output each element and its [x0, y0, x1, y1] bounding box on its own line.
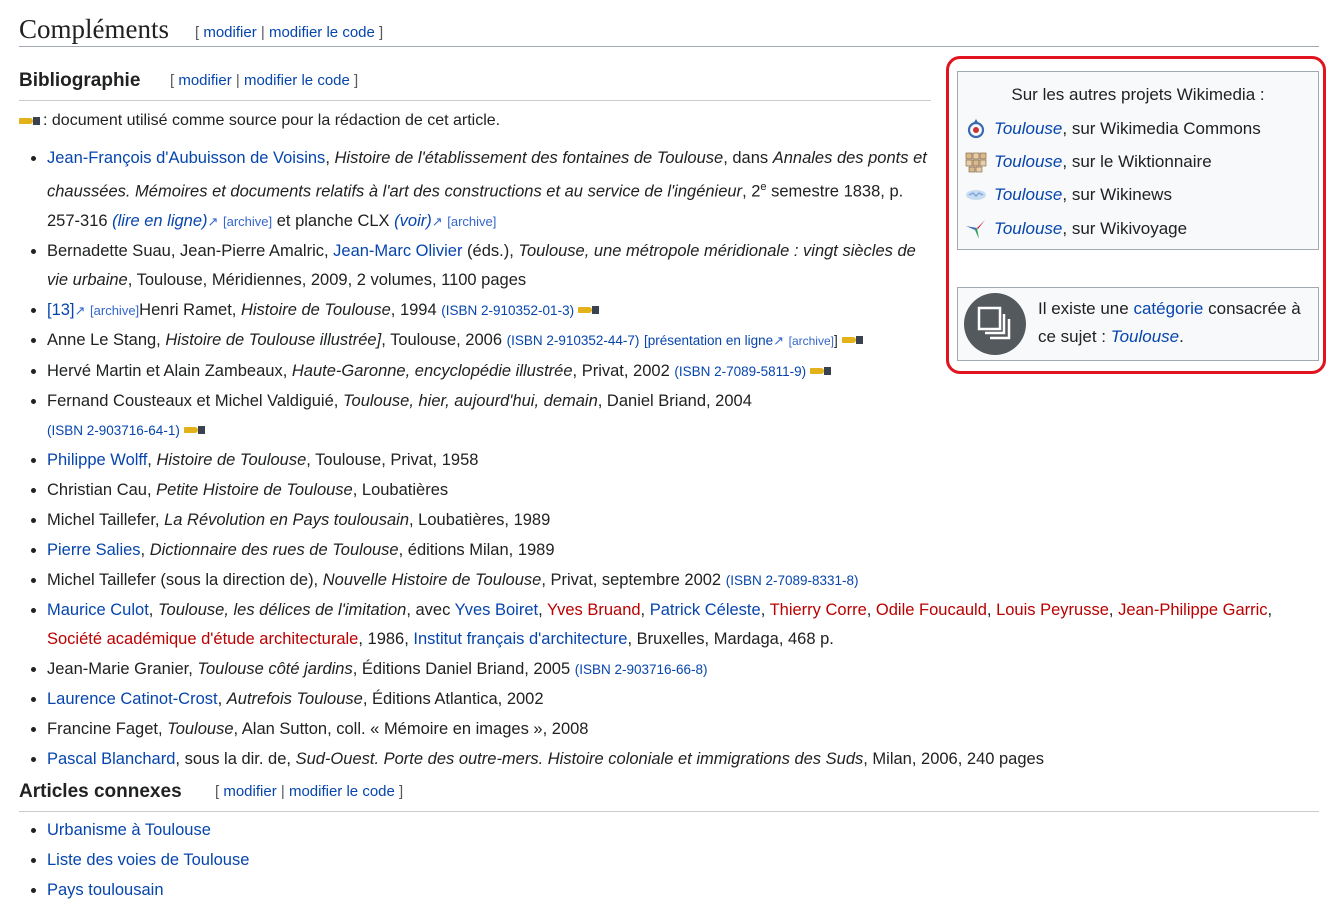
archive-link[interactable]: [archive] [90, 303, 139, 318]
highlight-frame [946, 56, 1326, 374]
list-item: Urbanisme à Toulouse [19, 815, 249, 845]
isbn-link[interactable]: (ISBN 2-903716-66-8) [575, 662, 708, 677]
section-heading-articles-connexes: Articles connexes [ modifier | modifier … [19, 781, 1319, 812]
source-icon [810, 366, 834, 376]
section-heading-bibliographie: Bibliographie [ modifier | modifier le c… [19, 70, 931, 101]
modifier-link[interactable]: modifier [203, 24, 256, 41]
isbn-link[interactable]: (ISBN 2-910352-44-7) [507, 333, 640, 348]
edit-links: [ modifier | modifier le code ] [195, 24, 384, 41]
list-item: Pierre Salies, Dictionnaire des rues de … [19, 536, 1309, 565]
external-link-icon: ↗ [431, 213, 443, 229]
presentation-link[interactable]: [présentation en ligne [644, 333, 773, 348]
external-link[interactable]: (lire en ligne) [112, 212, 207, 230]
modifier-link[interactable]: modifier [178, 72, 231, 89]
list-item: Christian Cau, Petite Histoire de Toulou… [19, 476, 1309, 505]
source-icon [841, 335, 866, 345]
list-item: Francine Faget, Toulouse, Alan Sutton, c… [19, 715, 1309, 744]
external-link-icon: ↗ [207, 213, 219, 229]
external-link[interactable]: (voir) [394, 212, 432, 230]
list-item: Pascal Blanchard, sous la dir. de, Sud-O… [19, 745, 1309, 774]
list-item: Bernadette Suau, Jean-Pierre Amalric, Je… [19, 237, 929, 295]
modifier-code-link[interactable]: modifier le code [244, 72, 350, 89]
external-link-icon: ↗ [773, 332, 785, 348]
list-item: Philippe Wolff, Histoire de Toulouse, To… [19, 446, 1309, 475]
edit-links: [ modifier | modifier le code ] [170, 72, 359, 89]
list-item: Maurice Culot, Toulouse, les délices de … [19, 596, 1309, 654]
archive-link[interactable]: [archive] [789, 334, 834, 348]
heading-title: Bibliographie [19, 70, 141, 91]
edit-links: [ modifier | modifier le code ] [215, 783, 404, 800]
list-item: Fernand Cousteaux et Michel Valdiguié, T… [19, 387, 929, 445]
archive-link[interactable]: [archive] [223, 214, 272, 229]
source-note: : document utilisé comme source pour la … [19, 112, 500, 130]
isbn-link[interactable]: (ISBN 2-7089-5811-9) [674, 364, 806, 379]
modifier-link[interactable]: modifier [223, 783, 276, 800]
source-icon [578, 305, 602, 315]
modifier-code-link[interactable]: modifier le code [289, 783, 395, 800]
list-item: Michel Taillefer (sous la direction de),… [19, 566, 1309, 595]
external-link-icon: ↗ [74, 302, 86, 318]
list-item: Liste des voies de Toulouse [19, 845, 249, 875]
section-heading-complements: Compléments [ modifier | modifier le cod… [19, 12, 1319, 47]
isbn-link[interactable]: (ISBN 2-910352-01-3) [441, 303, 574, 318]
list-item: Michel Taillefer, La Révolution en Pays … [19, 506, 1309, 535]
isbn-link[interactable]: (ISBN 2-903716-64-1) [47, 423, 180, 438]
archive-link[interactable]: [archive] [447, 214, 496, 229]
heading-title: Articles connexes [19, 781, 182, 802]
related-articles-list: Urbanisme à Toulouse Liste des voies de … [19, 815, 249, 905]
external-link[interactable]: [13] [47, 301, 75, 319]
source-icon [19, 116, 43, 126]
list-item: Laurence Catinot-Crost, Autrefois Toulou… [19, 685, 1309, 714]
source-icon [183, 425, 208, 435]
list-item: Jean-François d'Aubuisson de Voisins, Hi… [19, 144, 929, 236]
modifier-code-link[interactable]: modifier le code [269, 24, 375, 41]
list-item: Jean-Marie Granier, Toulouse côté jardin… [19, 655, 1309, 684]
heading-title: Compléments [19, 14, 169, 44]
isbn-link[interactable]: (ISBN 2-7089-8331-8) [726, 573, 859, 588]
